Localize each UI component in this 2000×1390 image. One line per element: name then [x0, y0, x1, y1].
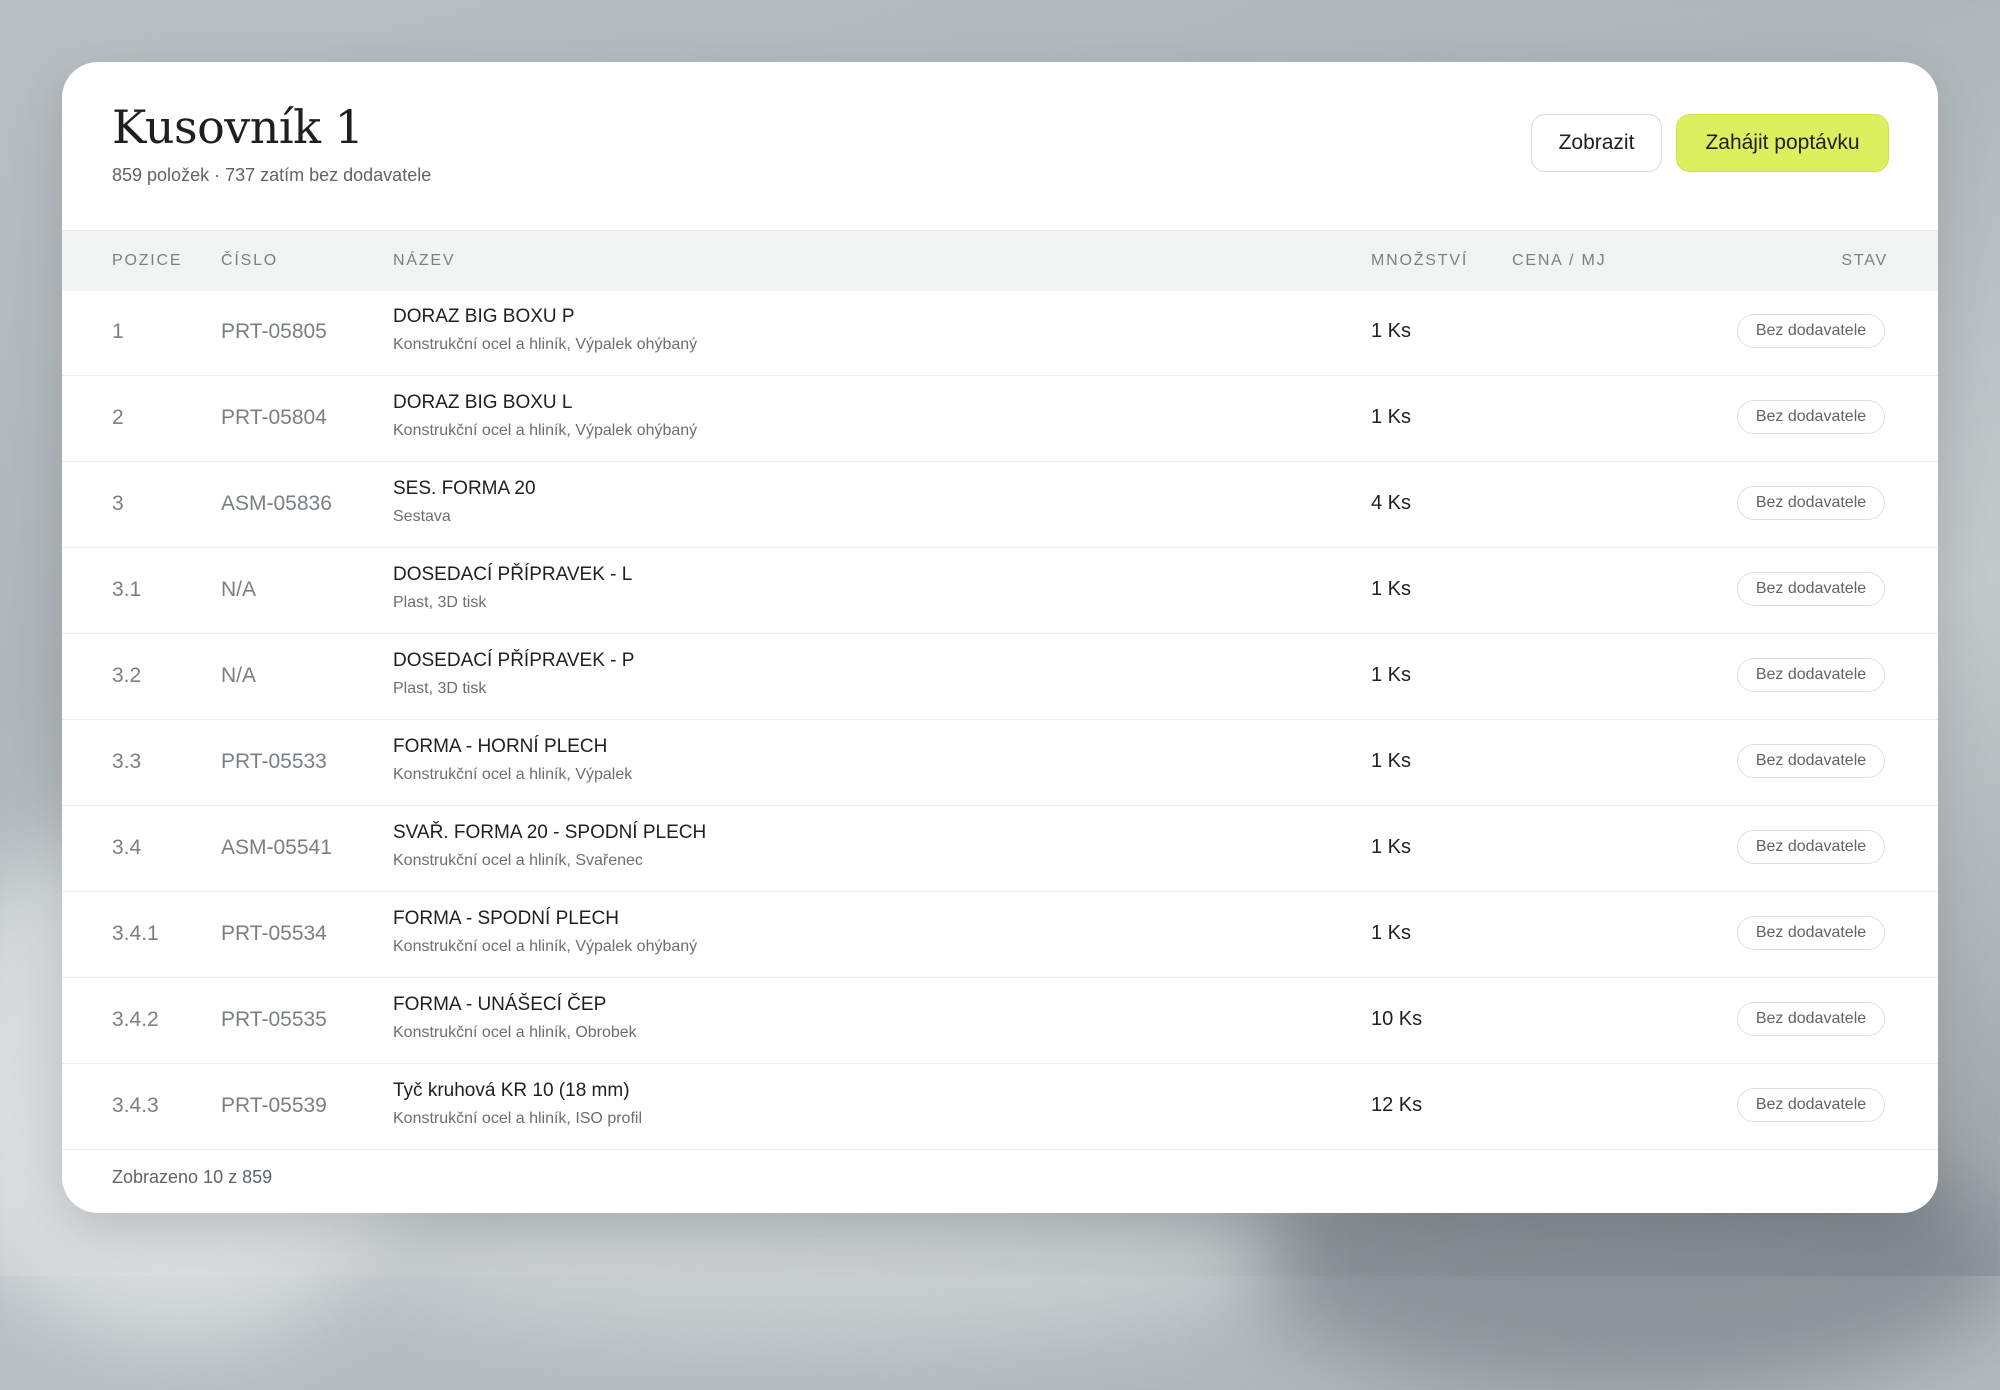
row-name: DORAZ BIG BOXU P — [393, 306, 575, 327]
status-badge[interactable]: Bez dodavatele — [1737, 916, 1885, 950]
bom-card: Kusovník 1 859 položek · 737 zatím bez d… — [62, 62, 1938, 1213]
page-subtitle: 859 položek · 737 zatím bez dodavatele — [112, 165, 432, 185]
row-description: Konstrukční ocel a hliník, Svařenec — [393, 852, 643, 869]
table-row[interactable]: 3.3 PRT-05533 FORMA - HORNÍ PLECH Konstr… — [62, 720, 1938, 806]
page-title: Kusovník 1 — [112, 100, 364, 154]
row-name: FORMA - SPODNÍ PLECH — [393, 908, 619, 929]
row-quantity: 1 Ks — [1371, 836, 1412, 858]
row-description: Konstrukční ocel a hliník, Výpalek ohýba… — [393, 422, 698, 439]
row-part-number: N/A — [221, 578, 257, 601]
row-position: 3 — [112, 492, 124, 515]
row-position: 3.4.1 — [112, 922, 159, 945]
row-quantity: 1 Ks — [1371, 578, 1412, 600]
row-description: Konstrukční ocel a hliník, Obrobek — [393, 1024, 637, 1041]
row-description: Plast, 3D tisk — [393, 594, 487, 611]
table-row[interactable]: 1 PRT-05805 DORAZ BIG BOXU P Konstrukční… — [62, 290, 1938, 376]
row-description: Konstrukční ocel a hliník, Výpalek — [393, 766, 633, 783]
row-name: DORAZ BIG BOXU L — [393, 392, 573, 413]
status-badge[interactable]: Bez dodavatele — [1737, 1002, 1885, 1036]
status-badge[interactable]: Bez dodavatele — [1737, 1088, 1885, 1122]
row-part-number: PRT-05805 — [221, 320, 327, 343]
status-badge[interactable]: Bez dodavatele — [1737, 830, 1885, 864]
row-part-number: PRT-05535 — [221, 1008, 327, 1031]
row-name: DOSEDACÍ PŘÍPRAVEK - L — [393, 564, 633, 585]
status-badge[interactable]: Bez dodavatele — [1737, 400, 1885, 434]
row-position: 3.1 — [112, 578, 142, 601]
show-button[interactable]: Zobrazit — [1531, 114, 1662, 172]
row-description: Plast, 3D tisk — [393, 680, 487, 697]
row-description: Sestava — [393, 508, 451, 525]
row-quantity: 10 Ks — [1371, 1008, 1423, 1030]
row-quantity: 1 Ks — [1371, 922, 1412, 944]
table-row[interactable]: 3.2 N/A DOSEDACÍ PŘÍPRAVEK - P Plast, 3D… — [62, 634, 1938, 720]
table-row[interactable]: 2 PRT-05804 DORAZ BIG BOXU L Konstrukční… — [62, 376, 1938, 462]
status-badge[interactable]: Bez dodavatele — [1737, 572, 1885, 606]
row-position: 3.3 — [112, 750, 142, 773]
column-header-position[interactable]: POZICE — [112, 252, 182, 270]
row-description: Konstrukční ocel a hliník, Výpalek ohýba… — [393, 938, 698, 955]
row-part-number: PRT-05534 — [221, 922, 327, 945]
column-header-quantity[interactable]: MNOŽSTVÍ — [1371, 252, 1468, 270]
row-name: DOSEDACÍ PŘÍPRAVEK - P — [393, 650, 635, 671]
row-name: SES. FORMA 20 — [393, 478, 536, 499]
row-name: FORMA - UNÁŠECÍ ČEP — [393, 994, 607, 1015]
row-part-number: N/A — [221, 664, 257, 687]
row-quantity: 4 Ks — [1371, 492, 1412, 514]
row-quantity: 12 Ks — [1371, 1094, 1423, 1116]
column-header-price[interactable]: CENA / MJ — [1512, 252, 1606, 270]
row-position: 3.4.3 — [112, 1094, 159, 1117]
status-badge[interactable]: Bez dodavatele — [1737, 314, 1885, 348]
row-quantity: 1 Ks — [1371, 406, 1412, 428]
row-quantity: 1 Ks — [1371, 664, 1412, 686]
row-position: 3.4 — [112, 836, 142, 859]
column-header-number[interactable]: ČÍSLO — [221, 252, 278, 270]
row-quantity: 1 Ks — [1371, 750, 1412, 772]
pagination-summary: Zobrazeno 10 z 859 — [112, 1167, 273, 1187]
status-badge[interactable]: Bez dodavatele — [1737, 486, 1885, 520]
row-description: Konstrukční ocel a hliník, Výpalek ohýba… — [393, 336, 698, 353]
status-badge[interactable]: Bez dodavatele — [1737, 658, 1885, 692]
table-row[interactable]: 3.4.1 PRT-05534 FORMA - SPODNÍ PLECH Kon… — [62, 892, 1938, 978]
table-row[interactable]: 3.1 N/A DOSEDACÍ PŘÍPRAVEK - L Plast, 3D… — [62, 548, 1938, 634]
row-quantity: 1 Ks — [1371, 320, 1412, 342]
row-description: Konstrukční ocel a hliník, ISO profil — [393, 1110, 642, 1127]
row-position: 3.4.2 — [112, 1008, 159, 1031]
row-part-number: PRT-05804 — [221, 406, 327, 429]
row-part-number: PRT-05539 — [221, 1094, 327, 1117]
row-name: Tyč kruhová KR 10 (18 mm) — [393, 1080, 630, 1101]
table-row[interactable]: 3.4.2 PRT-05535 FORMA - UNÁŠECÍ ČEP Kons… — [62, 978, 1938, 1064]
row-part-number: ASM-05836 — [221, 492, 332, 515]
row-name: SVAŘ. FORMA 20 - SPODNÍ PLECH — [393, 822, 707, 843]
table-body: 1 PRT-05805 DORAZ BIG BOXU P Konstrukční… — [62, 290, 1938, 1150]
card-header: Kusovník 1 859 položek · 737 zatím bez d… — [62, 62, 1938, 230]
row-position: 1 — [112, 320, 124, 343]
column-header-name[interactable]: NÁZEV — [393, 252, 455, 270]
row-position: 2 — [112, 406, 124, 429]
row-part-number: ASM-05541 — [221, 836, 332, 859]
table-row[interactable]: 3.4.3 PRT-05539 Tyč kruhová KR 10 (18 mm… — [62, 1064, 1938, 1150]
row-part-number: PRT-05533 — [221, 750, 327, 773]
row-position: 3.2 — [112, 664, 142, 687]
status-badge[interactable]: Bez dodavatele — [1737, 744, 1885, 778]
table-row[interactable]: 3 ASM-05836 SES. FORMA 20 Sestava 4 Ks B… — [62, 462, 1938, 548]
row-name: FORMA - HORNÍ PLECH — [393, 736, 608, 757]
start-inquiry-button[interactable]: Zahájit poptávku — [1676, 114, 1889, 172]
table-header: POZICE ČÍSLO NÁZEV MNOŽSTVÍ CENA / MJ ST… — [62, 230, 1938, 291]
table-row[interactable]: 3.4 ASM-05541 SVAŘ. FORMA 20 - SPODNÍ PL… — [62, 806, 1938, 892]
column-header-status[interactable]: STAV — [1841, 252, 1888, 270]
